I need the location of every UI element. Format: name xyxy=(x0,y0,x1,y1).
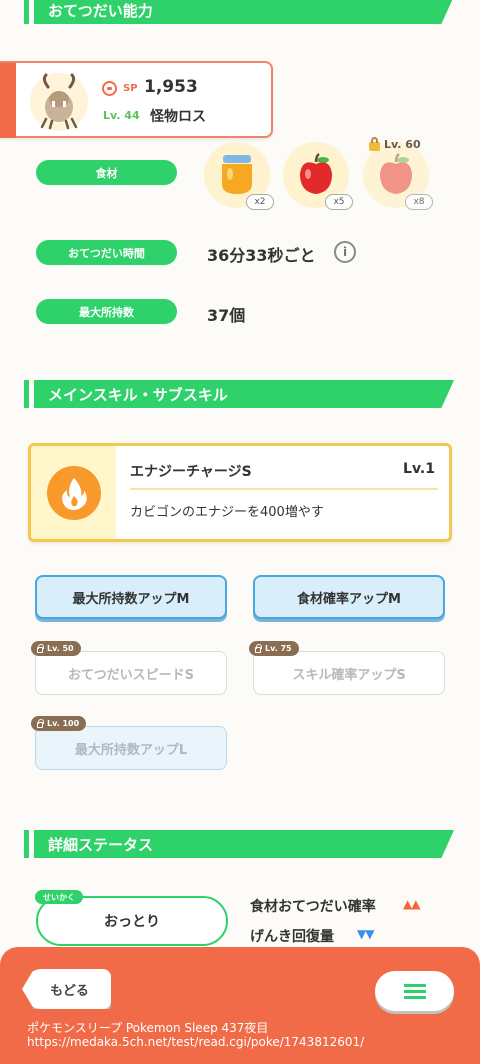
caption-line-2: https://medaka.5ch.net/test/read.cgi/pok… xyxy=(27,1035,365,1049)
main-skill-card[interactable]: エナジーチャージS Lv.1 カビゴンのエナジーを400増やす xyxy=(28,443,452,542)
helping-time-value: 36分33秒ごと xyxy=(207,246,316,265)
ingredient-count: x5 xyxy=(325,194,353,210)
info-icon[interactable]: i xyxy=(334,241,356,263)
pokemon-name: 怪物ロス xyxy=(150,109,206,125)
ingredient-count: x2 xyxy=(246,194,274,210)
footer-bar: もどる ポケモンスリープ Pokemon Sleep 437夜目 https:/… xyxy=(0,947,480,1064)
divider xyxy=(130,488,438,490)
pokemon-card[interactable]: SP 1,953 Lv. 44 怪物ロス xyxy=(0,61,273,138)
pokemon-level: Lv. 44 xyxy=(103,109,140,122)
ingredient-lock-badge: Lv. 60 xyxy=(369,136,421,151)
pokemon-avatar xyxy=(30,73,88,131)
nature-tag: せいかく xyxy=(35,890,83,904)
ingredient-honey[interactable]: x2 xyxy=(204,142,274,210)
ingredient-apple-locked[interactable]: x8 xyxy=(363,142,433,210)
main-skill-level: Lv.1 xyxy=(403,461,435,477)
ingredient-count: x8 xyxy=(405,194,433,210)
lock-badge: Lv. 75 xyxy=(249,641,299,656)
lock-level: Lv. 75 xyxy=(265,644,292,653)
nature-down-stat: げんき回復量 xyxy=(250,929,334,945)
section-header-helping: おてつだい能力 xyxy=(24,0,454,24)
lock-badge: Lv. 50 xyxy=(31,641,81,656)
main-skill-name: エナジーチャージS xyxy=(130,464,252,480)
nature-up-stat: 食材おてつだい確率 xyxy=(250,899,376,915)
sub-skill-label: スキル確率アップS xyxy=(292,667,406,683)
apple-icon xyxy=(380,152,412,194)
sp-value: 1,953 xyxy=(144,77,198,97)
apple-icon xyxy=(300,152,332,194)
sub-skill-5[interactable]: 最大所持数アップL xyxy=(35,726,227,770)
sub-skill-label: 食材確率アップM xyxy=(297,591,401,607)
section-header-skills: メインスキル・サブスキル xyxy=(24,380,454,408)
sub-skill-4[interactable]: スキル確率アップS xyxy=(253,651,445,695)
ingredients-label: 食材 xyxy=(36,160,177,185)
main-skill-description: カビゴンのエナジーを400増やす xyxy=(130,505,324,520)
lock-badge: Lv. 100 xyxy=(31,716,87,731)
nature-up-marks: ▲▲ xyxy=(403,897,420,911)
lock-icon xyxy=(37,718,44,728)
caption-line-1: ポケモンスリープ Pokemon Sleep 437夜目 xyxy=(27,1021,269,1035)
back-label: もどる xyxy=(50,983,89,999)
lock-icon xyxy=(255,643,262,653)
energy-charge-icon xyxy=(47,466,101,520)
sub-skill-3[interactable]: おてつだいスピードS xyxy=(35,651,227,695)
sub-skill-label: おてつだいスピードS xyxy=(67,667,195,683)
sub-skill-label: 最大所持数アップM xyxy=(72,591,190,607)
carry-limit-value: 37個 xyxy=(207,306,246,325)
back-button[interactable]: もどる xyxy=(22,969,111,1009)
ingredient-apple[interactable]: x5 xyxy=(283,142,353,210)
sp-label: SP xyxy=(123,83,138,94)
sp-icon xyxy=(102,81,117,96)
sub-skill-2[interactable]: 食材確率アップM xyxy=(253,575,445,619)
sub-skill-label: 最大所持数アップL xyxy=(74,742,188,758)
lock-icon xyxy=(37,643,44,653)
menu-button[interactable] xyxy=(375,971,454,1011)
lock-level: Lv. 100 xyxy=(47,719,80,728)
helping-time-label: おてつだい時間 xyxy=(36,240,177,265)
ingredient-lock-level: Lv. 60 xyxy=(384,138,421,151)
carry-limit-label: 最大所持数 xyxy=(36,299,177,324)
section-title: 詳細ステータス xyxy=(48,836,154,854)
lock-icon xyxy=(369,136,380,151)
nature-down-marks: ▼▼ xyxy=(357,927,374,941)
menu-icon xyxy=(403,983,426,999)
honey-icon xyxy=(222,155,252,194)
section-title: メインスキル・サブスキル xyxy=(48,386,228,404)
section-header-status: 詳細ステータス xyxy=(24,830,454,858)
lock-level: Lv. 50 xyxy=(47,644,74,653)
section-title: おてつだい能力 xyxy=(48,2,153,20)
nature-value: おっとり xyxy=(104,914,160,930)
sub-skill-1[interactable]: 最大所持数アップM xyxy=(35,575,227,619)
